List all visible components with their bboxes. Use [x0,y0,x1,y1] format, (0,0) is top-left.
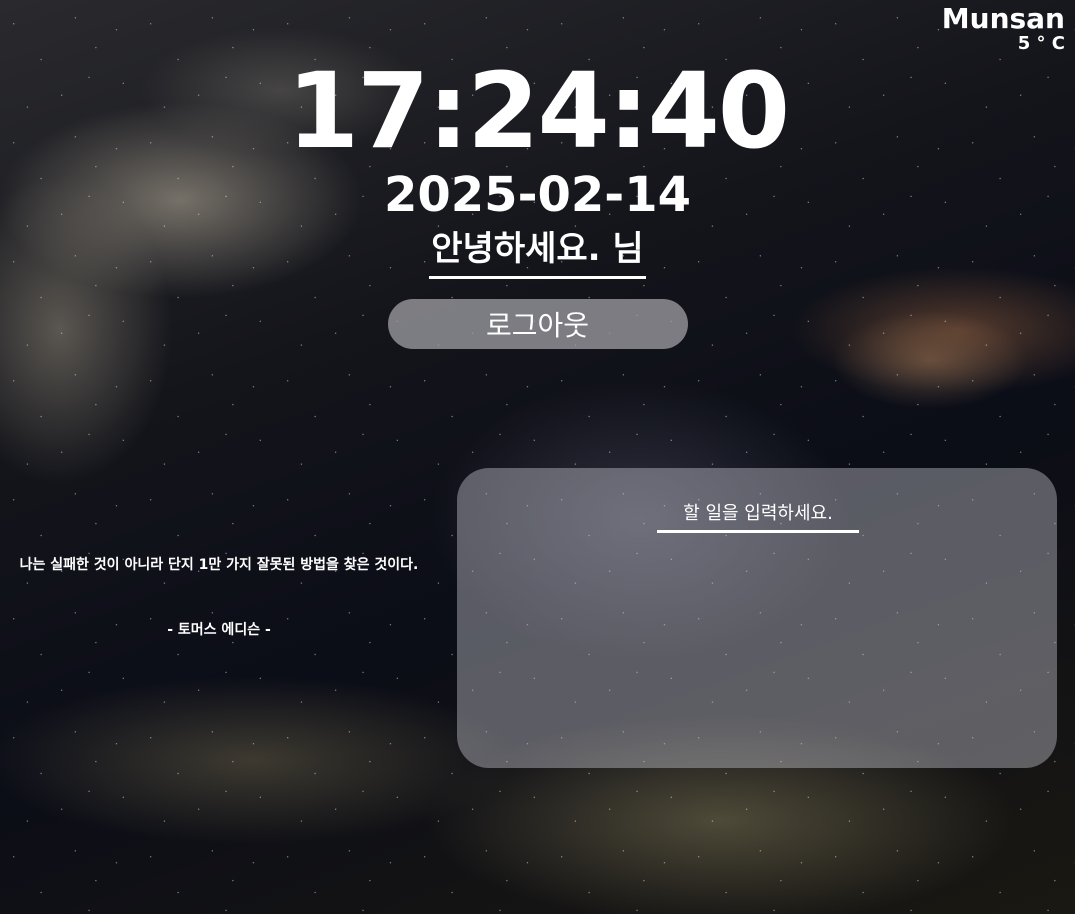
greeting-text: 안녕하세요. 님 [429,226,646,279]
weather-temperature: 5 ° C [1017,33,1065,54]
quote-section: 나는 실패한 것이 아니라 단지 1만 가지 잘못된 방법을 찾은 것이다. -… [18,546,420,640]
weather-widget: Munsan 5 ° C [942,4,1065,54]
weather-city: Munsan [941,2,1065,35]
todo-panel [457,468,1057,768]
todo-input[interactable] [657,496,859,533]
logout-button[interactable]: 로그아웃 [387,299,688,349]
clock-section: 17:24:40 2025-02-14 안녕하세요. 님 로그아웃 [0,52,1075,349]
clock-time: 17:24:40 [286,50,790,172]
quote-text: 나는 실패한 것이 아니라 단지 1만 가지 잘못된 방법을 찾은 것이다. [19,557,419,573]
clock-date: 2025-02-14 [383,167,692,223]
quote-author: - 토머스 에디슨 - [167,622,271,638]
